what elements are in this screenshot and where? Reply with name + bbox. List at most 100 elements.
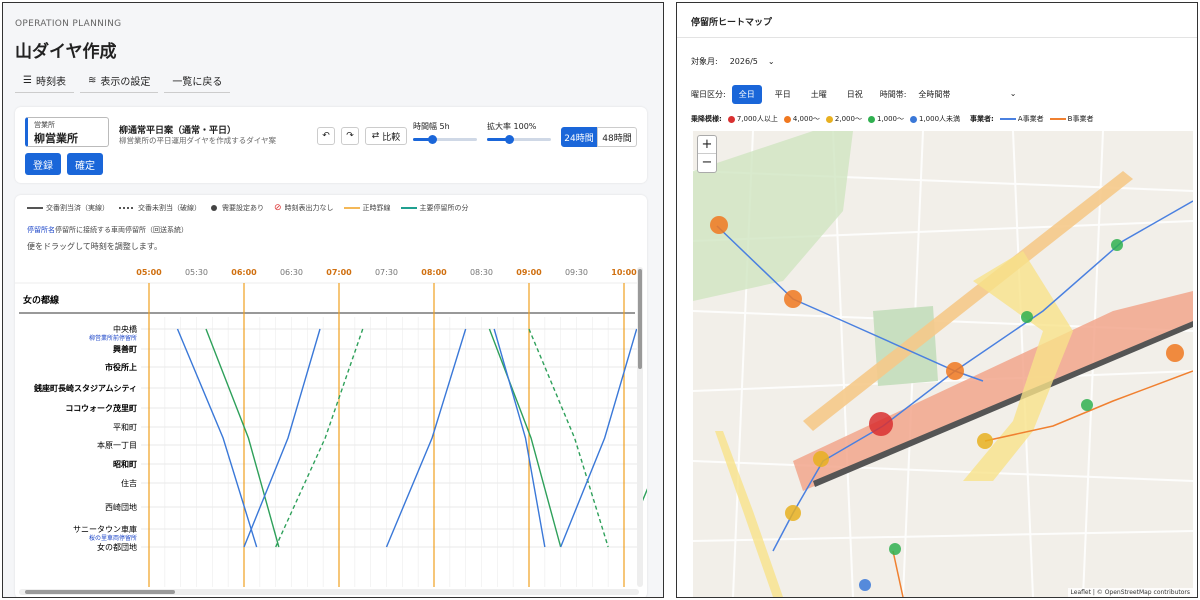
time-label: 07:30: [375, 268, 398, 277]
daytype-holiday[interactable]: 日祝: [840, 85, 870, 104]
month-row: 対象月: 2026/5 ⌄: [691, 55, 781, 68]
office-value: 柳営業所: [34, 132, 78, 145]
legend-dashed: 交番未割当（破線）: [138, 204, 201, 212]
time-width-slider[interactable]: 時間幅 5h: [413, 121, 477, 144]
stop-name: 女の都団地: [97, 542, 137, 552]
stop-subname: 桜の里車両停留所: [89, 534, 137, 542]
compare-button[interactable]: ⇄ 比較: [365, 127, 407, 145]
route-name: 女の都線: [23, 294, 59, 306]
time-label: 08:30: [470, 268, 493, 277]
stop-heatmap-map[interactable]: + − Leaflet | © OpenStreetMap contributo…: [693, 131, 1193, 597]
stop-name: 昭和町: [113, 459, 137, 469]
stop-name: 中央橋: [113, 324, 137, 334]
daytype-saturday[interactable]: 土曜: [804, 85, 834, 104]
stop-name: 銭座町長崎スタジアムシティ: [33, 383, 137, 393]
page-title: 山ダイヤ作成: [15, 42, 117, 62]
stop-name: 興善町: [113, 344, 137, 354]
daytype-all[interactable]: 全日: [731, 85, 762, 104]
chevron-down-icon: ⌄: [767, 57, 775, 66]
stop-marker[interactable]: [869, 412, 893, 436]
map-attribution[interactable]: Leaflet | © OpenStreetMap contributors: [1067, 588, 1193, 597]
train-diagram[interactable]: 05:00 05:30 06:00 06:30 07:00 07:30 08:00 08:30…: [15, 257, 647, 597]
heatmap-title: 停留所ヒートマップ: [691, 18, 773, 28]
stop-marker[interactable]: [1081, 399, 1093, 411]
time-label: 10:00: [611, 268, 637, 277]
confirm-button[interactable]: 確定: [67, 153, 103, 175]
drag-hint: 便をドラッグして時刻を調整します。: [27, 242, 162, 251]
no-entry-icon: ⊘: [274, 203, 282, 213]
stop-subname: 柳営業所前停留所: [89, 334, 137, 342]
trip-line: [176, 328, 258, 548]
level-dot-icon: [783, 115, 791, 123]
stop-marker[interactable]: [813, 451, 829, 467]
stop-marker[interactable]: [1166, 344, 1184, 362]
vertical-scroll-thumb: [638, 269, 642, 369]
timetable-button[interactable]: ☰ 時刻表: [15, 69, 74, 93]
stop-marker[interactable]: [785, 505, 801, 521]
time-width-label: 時間幅 5h: [413, 122, 450, 131]
stop-marker[interactable]: [1021, 311, 1033, 323]
zoom-slider[interactable]: 拡大率 100%: [487, 121, 551, 144]
trip-line: [385, 328, 467, 548]
stop-name: 本原一丁目: [97, 440, 137, 450]
stop-name: 西崎団地: [105, 502, 137, 512]
redo-icon: ↷: [346, 131, 354, 141]
section-eyebrow: OPERATION PLANNING: [15, 19, 122, 29]
time-label: 06:30: [280, 268, 303, 277]
zoom-in-button[interactable]: +: [698, 136, 716, 154]
legend-major-stop: 主要停留所の分: [419, 204, 469, 212]
stop-marker[interactable]: [977, 433, 993, 449]
month-label: 対象月:: [691, 57, 718, 66]
office-label: 営業所: [34, 121, 55, 129]
legend-demand: 需要設定あり: [222, 204, 264, 212]
help-text: 停留所名停留所に接続する車両停留所（回送系統）: [27, 226, 188, 234]
zoom-label: 拡大率 100%: [487, 122, 537, 131]
stop-marker[interactable]: [710, 216, 728, 234]
plan-description: 柳営業所の平日運用ダイヤを作成するダイヤ案: [119, 136, 277, 145]
back-to-list-button[interactable]: 一覧に戻る: [164, 69, 231, 93]
heatmap-window: 停留所ヒートマップ 対象月: 2026/5 ⌄ 曜日区分: 全日 平日 土曜 日祝…: [676, 2, 1198, 598]
stop-marker[interactable]: [784, 290, 802, 308]
stop-marker[interactable]: [889, 543, 901, 555]
trip-line: [205, 328, 280, 548]
operator-line-icon: [1049, 118, 1066, 120]
time-label: 06:00: [231, 268, 257, 277]
redo-button[interactable]: ↷: [341, 127, 359, 145]
range-24h-button[interactable]: 24時間: [561, 127, 597, 147]
map-canvas[interactable]: [693, 131, 1193, 597]
zoom-out-button[interactable]: −: [698, 154, 716, 172]
undo-button[interactable]: ↶: [317, 127, 335, 145]
control-card: 営業所 柳営業所 登録 確定 柳通常平日案（通常・平日） 柳営業所の平日運用ダイ…: [15, 107, 647, 183]
legend-solid: 交番割当済（実線）: [46, 204, 109, 212]
list-icon: ☰: [23, 75, 32, 86]
toolbar: ☰ 時刻表 ≋ 表示の設定 一覧に戻る: [15, 69, 231, 93]
trip-line: [243, 328, 321, 548]
slider-thumb[interactable]: [428, 135, 438, 144]
stop-marker[interactable]: [946, 362, 964, 380]
time-label: 09:00: [516, 268, 542, 277]
horizontal-scroll-thumb: [25, 590, 175, 594]
time-label: 09:30: [565, 268, 588, 277]
daytype-weekday[interactable]: 平日: [768, 85, 798, 104]
stop-name: サニータウン車庫: [73, 524, 137, 534]
stop-marker[interactable]: [1111, 239, 1123, 251]
slider-thumb[interactable]: [505, 135, 515, 144]
operator-line-icon: [999, 118, 1016, 120]
diagram-legend: 交番割当済（実線） 交番未割当（破線） 需要設定あり ⊘ 時刻表出力なし 正時罫線…: [27, 203, 469, 213]
trip-line: [528, 328, 609, 548]
time-label: 05:00: [136, 268, 162, 277]
undo-icon: ↶: [322, 131, 330, 141]
month-select[interactable]: 2026/5 ⌄: [723, 55, 781, 68]
office-selector[interactable]: 営業所 柳営業所: [25, 117, 109, 147]
timeband-select[interactable]: 全時間帯 ⌄: [912, 87, 1023, 102]
legend-hour-line: 正時罫線: [362, 204, 391, 212]
level-dot-icon: [867, 115, 875, 123]
diagram-editor-window: OPERATION PLANNING 山ダイヤ作成 ☰ 時刻表 ≋ 表示の設定 一覧…: [2, 2, 664, 598]
daytype-label: 曜日区分:: [691, 90, 726, 99]
range-48h-button[interactable]: 48時間: [597, 127, 637, 147]
stop-marker[interactable]: [859, 579, 871, 591]
stop-name: 市役所上: [105, 362, 137, 372]
register-button[interactable]: 登録: [25, 153, 61, 175]
timeband-label: 時間帯:: [879, 90, 907, 99]
display-settings-button[interactable]: ≋ 表示の設定: [79, 69, 159, 93]
